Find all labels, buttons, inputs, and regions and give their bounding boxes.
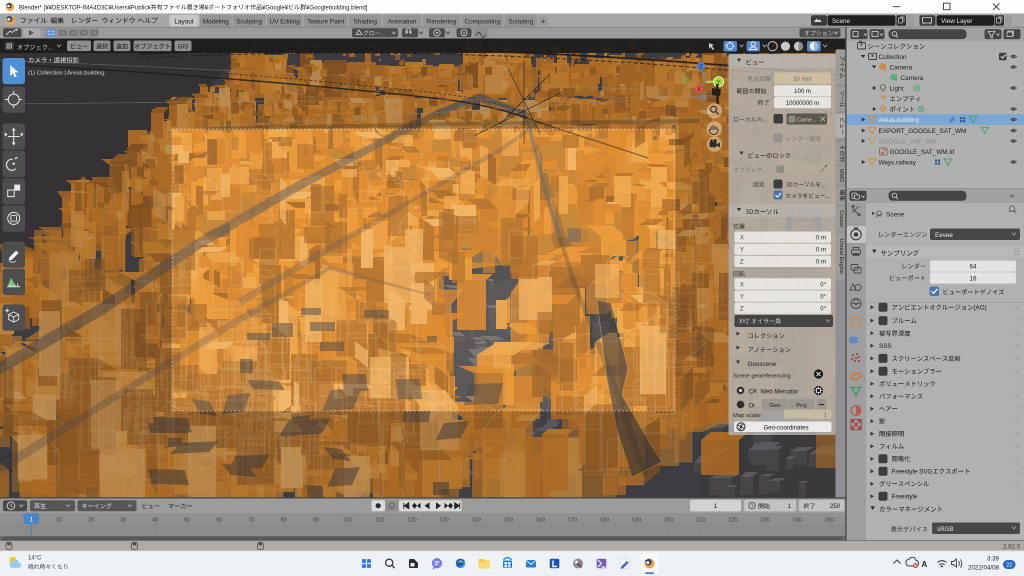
svg-text:3:39: 3:39 bbox=[987, 555, 1000, 562]
svg-text:(1) Collection | Areas.buildin: (1) Collection | Areas.building bbox=[28, 71, 105, 77]
svg-text:0 m: 0 m bbox=[816, 248, 826, 254]
svg-text:Scene: Scene bbox=[886, 211, 905, 218]
svg-text:Geo-coordinates: Geo-coordinates bbox=[763, 424, 808, 431]
svg-text:Geoscene: Geoscene bbox=[748, 361, 777, 368]
svg-text:22: 22 bbox=[1006, 562, 1012, 568]
svg-text:100 m: 100 m bbox=[794, 89, 811, 95]
svg-text:¥Googlebuilding.blend]: ¥Googlebuilding.blend] bbox=[306, 5, 368, 11]
svg-text:Camera: Camera bbox=[890, 65, 913, 72]
svg-text:sRGB: sRGB bbox=[937, 526, 954, 533]
svg-text:Or: Or bbox=[749, 403, 756, 409]
svg-text:Freestyle: Freestyle bbox=[892, 494, 918, 501]
svg-text:Scene: Scene bbox=[832, 18, 851, 25]
svg-text:Camera: Camera bbox=[901, 75, 924, 82]
svg-text:Freestyle SVG: Freestyle SVG bbox=[892, 469, 933, 476]
svg-text:Areas.building: Areas.building bbox=[879, 117, 920, 124]
svg-text:GIS: GIS bbox=[178, 43, 189, 50]
svg-text:¥Google¥: ¥Google¥ bbox=[262, 5, 289, 11]
svg-text:Sculpting: Sculpting bbox=[236, 18, 263, 25]
svg-text:0 m: 0 m bbox=[816, 260, 826, 266]
svg-text:Animation: Animation bbox=[388, 18, 417, 25]
svg-text:1: 1 bbox=[824, 412, 827, 418]
svg-text:SSS: SSS bbox=[879, 343, 892, 350]
svg-text:CR: CR bbox=[749, 389, 758, 395]
svg-text:2.92.0: 2.92.0 bbox=[1003, 543, 1021, 550]
svg-text:Light: Light bbox=[890, 86, 904, 93]
svg-text:250: 250 bbox=[830, 503, 841, 510]
svg-text:0°: 0° bbox=[820, 294, 826, 300]
svg-text:1: 1 bbox=[714, 503, 718, 510]
svg-text:64: 64 bbox=[969, 264, 977, 271]
svg-text:Proj: Proj bbox=[796, 403, 806, 409]
svg-text:View Layer: View Layer bbox=[941, 18, 973, 25]
svg-text:GOOGLE_SAT_WM: GOOGLE_SAT_WM bbox=[879, 139, 937, 146]
svg-text:Modeling: Modeling bbox=[203, 18, 229, 25]
svg-text:Z: Z bbox=[740, 260, 744, 266]
svg-text:GOOGLE_SAT_WM.tif: GOOGLE_SAT_WM.tif bbox=[890, 149, 955, 156]
svg-text:X: X bbox=[740, 236, 744, 242]
svg-text:X: X bbox=[740, 282, 744, 288]
svg-text:Layout: Layout bbox=[174, 18, 193, 25]
svg-text:10000000 m: 10000000 m bbox=[786, 101, 819, 107]
svg-text:Y: Y bbox=[740, 248, 744, 254]
svg-text:EXPORT_GOOGLE_SAT_WM: EXPORT_GOOGLE_SAT_WM bbox=[879, 128, 967, 135]
svg-text:Texture Paint: Texture Paint bbox=[307, 18, 345, 25]
svg-text:Scripting: Scripting bbox=[508, 18, 533, 25]
svg-text:Map scale:: Map scale: bbox=[733, 413, 762, 419]
svg-text:+: + bbox=[541, 16, 546, 25]
svg-text:Geo: Geo bbox=[769, 403, 781, 409]
svg-text:0 m: 0 m bbox=[816, 236, 826, 242]
svg-text:Collection: Collection bbox=[879, 54, 908, 61]
svg-text:Came...: Came... bbox=[797, 117, 817, 123]
svg-text:50 mm: 50 mm bbox=[793, 77, 811, 83]
svg-text:16: 16 bbox=[969, 275, 977, 282]
svg-text:X: X bbox=[697, 87, 701, 93]
svg-text:0°: 0° bbox=[820, 282, 826, 288]
svg-text:Scene georeferencing :: Scene georeferencing : bbox=[733, 374, 794, 380]
svg-text:(AO): (AO) bbox=[973, 305, 986, 312]
svg-text:Create: Create bbox=[838, 210, 844, 227]
svg-text:2022/04/08: 2022/04/08 bbox=[968, 564, 1000, 571]
svg-text:UV Editing: UV Editing bbox=[270, 18, 301, 25]
svg-text:14°C: 14°C bbox=[28, 556, 42, 562]
svg-text:A: A bbox=[922, 560, 928, 569]
svg-text:Blender* [¥¥DESKTOP-IMA4D3C¥Us: Blender* [¥¥DESKTOP-IMA4D3C¥Users¥Public… bbox=[19, 5, 151, 11]
svg-text:Rendering: Rendering bbox=[427, 18, 457, 25]
svg-text:Web Mercator: Web Mercator bbox=[761, 389, 799, 395]
svg-text:1: 1 bbox=[29, 516, 33, 523]
svg-text:Y: Y bbox=[740, 294, 744, 300]
svg-text:Shading: Shading bbox=[354, 18, 378, 25]
svg-text:Z: Z bbox=[740, 307, 744, 313]
svg-text:Unreal Engine: Unreal Engine bbox=[838, 239, 844, 274]
svg-text:Eevee: Eevee bbox=[935, 232, 953, 239]
svg-text:0°: 0° bbox=[820, 307, 826, 313]
svg-text:MMD: MMD bbox=[838, 169, 844, 182]
svg-text:Ways.railway: Ways.railway bbox=[879, 160, 917, 167]
svg-text:Compositing: Compositing bbox=[464, 18, 500, 25]
